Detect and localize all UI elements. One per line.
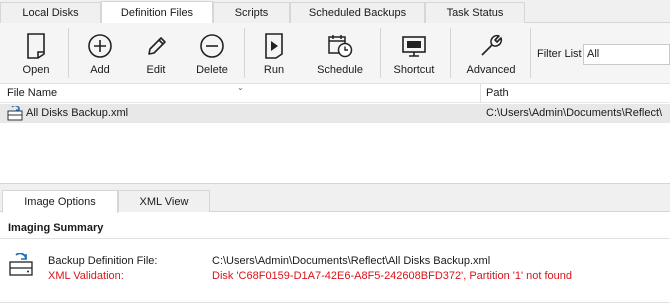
toolbar-divider [244, 28, 245, 78]
backup-file-icon [7, 106, 23, 121]
file-name-cell: All Disks Backup.xml [26, 107, 129, 119]
plus-circle-icon [88, 34, 112, 58]
backup-definition-icon [9, 253, 33, 276]
edit-button[interactable]: Edit [134, 23, 178, 83]
tab-scheduled-backups[interactable]: Scheduled Backups [290, 2, 425, 23]
advanced-button[interactable]: Advanced [462, 23, 520, 83]
details-tab-strip: Image Options XML View [0, 188, 670, 213]
toolbar: Open Add Edit Delete Run Schedule Shortc… [0, 23, 670, 84]
run-label: Run [263, 64, 285, 76]
shortcut-label: Shortcut [393, 64, 435, 76]
add-label: Add [90, 64, 110, 76]
open-label: Open [22, 64, 50, 76]
delete-button[interactable]: Delete [190, 23, 234, 83]
open-file-icon [27, 33, 45, 59]
column-divider[interactable] [480, 84, 481, 103]
summary-divider [0, 238, 670, 239]
imaging-summary-title: Imaging Summary [8, 222, 104, 234]
file-path-cell: C:\Users\Admin\Documents\Reflect\ [486, 107, 663, 119]
minus-circle-icon [200, 34, 224, 58]
xml-validation-label: XML Validation: [48, 270, 124, 282]
tab-xml-view[interactable]: XML View [118, 190, 210, 212]
file-list-header: File Name ⌄ Path [0, 83, 670, 103]
table-row[interactable]: All Disks Backup.xml C:\Users\Admin\Docu… [0, 104, 670, 123]
run-button[interactable]: Run [252, 23, 296, 83]
file-list-empty-area [0, 123, 670, 183]
column-header-path[interactable]: Path [486, 87, 509, 99]
toolbar-divider [530, 28, 531, 78]
definition-file-value: C:\Users\Admin\Documents\Reflect\All Dis… [212, 255, 491, 267]
bottom-divider [0, 302, 670, 303]
monitor-icon [402, 36, 426, 57]
tab-image-options[interactable]: Image Options [2, 190, 118, 213]
toolbar-divider [450, 28, 451, 78]
run-file-icon [265, 33, 283, 59]
schedule-label: Schedule [317, 64, 363, 76]
tab-local-disks[interactable]: Local Disks [0, 2, 101, 23]
schedule-button[interactable]: Schedule [312, 23, 368, 83]
toolbar-divider [68, 28, 69, 78]
xml-validation-error: Disk 'C68F0159-D1A7-42E6-A8F5-242608BFD3… [212, 270, 572, 282]
toolbar-divider [380, 28, 381, 78]
sort-chevron-down-icon: ⌄ [237, 83, 244, 92]
tab-task-status[interactable]: Task Status [425, 2, 525, 23]
calendar-clock-icon [328, 35, 353, 58]
definition-file-label: Backup Definition File: [48, 255, 158, 267]
tab-definition-files[interactable]: Definition Files [101, 1, 213, 24]
delete-label: Delete [196, 64, 228, 76]
shortcut-button[interactable]: Shortcut [388, 23, 440, 83]
pencil-icon [148, 37, 166, 55]
filter-list-select[interactable]: All [583, 44, 670, 65]
advanced-label: Advanced [466, 64, 516, 76]
add-button[interactable]: Add [78, 23, 122, 83]
open-button[interactable]: Open [14, 23, 58, 83]
tab-scripts[interactable]: Scripts [213, 2, 290, 23]
wrench-icon [481, 34, 503, 56]
filter-list-label: Filter List [537, 48, 582, 60]
top-tab-strip: Local Disks Definition Files Scripts Sch… [0, 0, 670, 24]
edit-label: Edit [146, 64, 166, 76]
column-header-file-name[interactable]: File Name [7, 87, 57, 99]
